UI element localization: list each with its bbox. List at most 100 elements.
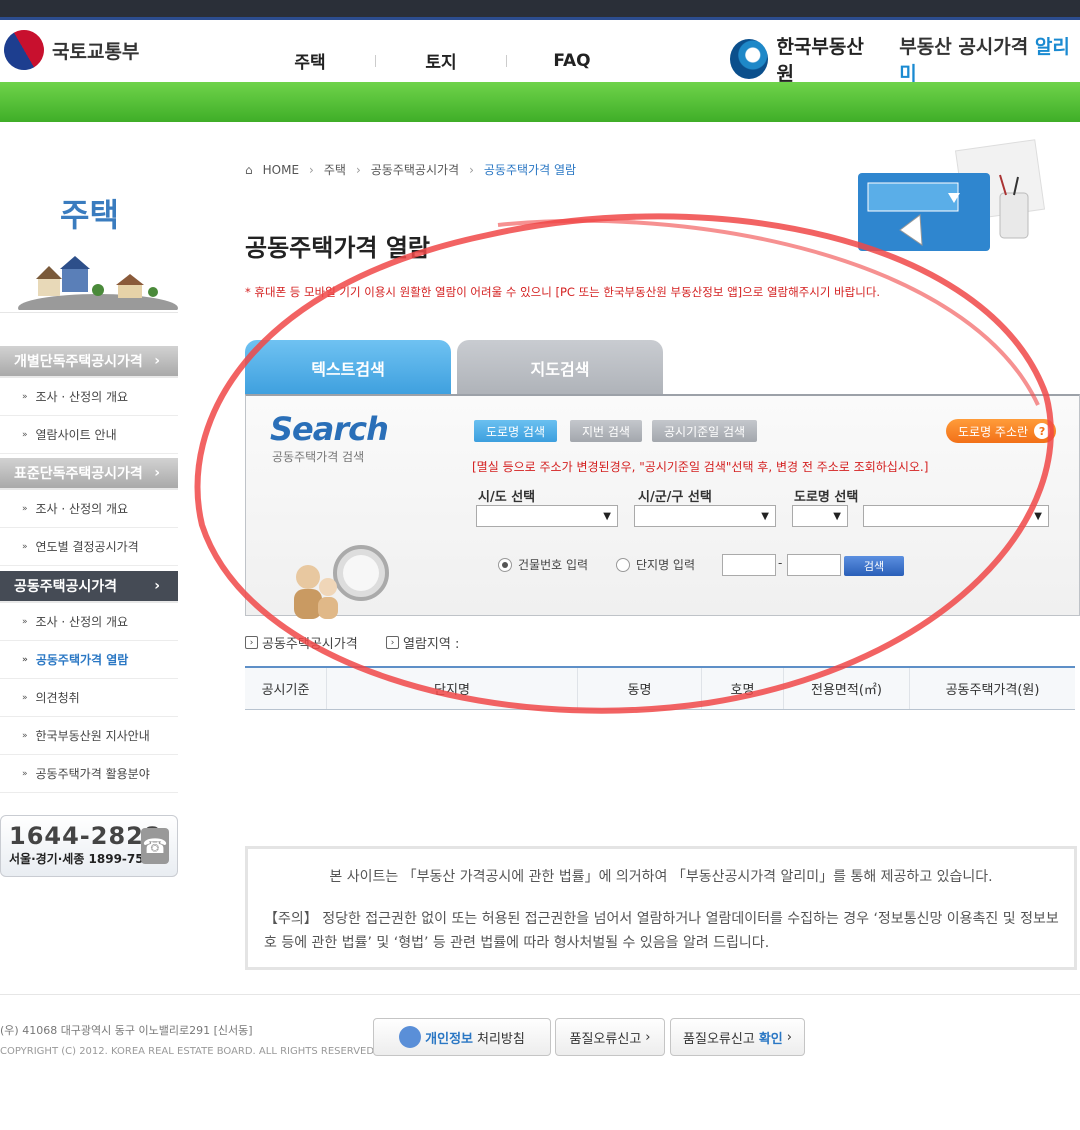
input-dash: - bbox=[778, 556, 783, 570]
sidebar-item-label: 연도별 결정공시가격 bbox=[35, 540, 139, 554]
quality-report-button[interactable]: 품질오류신고 › bbox=[555, 1018, 665, 1056]
col-area: 전용면적(㎡) bbox=[784, 668, 910, 709]
sidebar-head-label: 표준단독주택공시가격 bbox=[14, 466, 143, 482]
arrow-icon: » bbox=[22, 730, 28, 741]
breadcrumb-item[interactable]: 주택 bbox=[324, 161, 346, 178]
dropdown-arrow-icon: ▼ bbox=[603, 510, 611, 522]
sidebar-item-label: 조사 · 산정의 개요 bbox=[35, 615, 129, 629]
info-label: 열람지역 : bbox=[403, 637, 460, 652]
chevron-right-icon: › bbox=[154, 578, 160, 594]
quality-check-hl: 확인 bbox=[758, 1031, 783, 1047]
arrow-icon: » bbox=[22, 616, 28, 627]
header: 국토교통부 주택 토지 FAQ 한국부동산원 부동산 공시가격 알리미 bbox=[0, 20, 1080, 85]
houses-illustration bbox=[18, 256, 178, 310]
sidebar-head-apartment[interactable]: 공동주택공시가격 › bbox=[0, 571, 178, 603]
col-complex-name: 단지명 bbox=[327, 668, 578, 709]
question-icon: ? bbox=[1034, 423, 1051, 439]
main-nav: 주택 토지 FAQ bbox=[245, 48, 637, 74]
building-main-number-input[interactable] bbox=[722, 554, 776, 576]
sidebar-item-label: 열람사이트 안내 bbox=[35, 428, 117, 442]
tab-map-search[interactable]: 지도검색 bbox=[457, 340, 663, 396]
result-table-header: 공시기준 단지명 동명 호명 전용면적(㎡) 공동주택가격(원) bbox=[245, 666, 1075, 710]
footer-copyright: COPYRIGHT (C) 2012. KOREA REAL ESTATE BO… bbox=[0, 1046, 378, 1057]
building-sub-number-input[interactable] bbox=[787, 554, 841, 576]
road-name-select[interactable]: ▼ bbox=[863, 505, 1049, 527]
sidebar-item-label: 공동주택가격 열람 bbox=[35, 653, 129, 667]
lot-number-search-button[interactable]: 지번 검색 bbox=[570, 420, 642, 442]
arrow-box-icon: › bbox=[386, 636, 399, 649]
sidebar-head-standard[interactable]: 표준단독주택공시가격 › bbox=[0, 458, 178, 490]
arrow-icon: » bbox=[22, 541, 28, 552]
arrow-icon: » bbox=[22, 429, 28, 440]
sidebar-item-label: 조사 · 산정의 개요 bbox=[35, 390, 129, 404]
sidebar-item[interactable]: » 조사 · 산정의 개요 bbox=[0, 490, 178, 528]
radio-label: 건물번호 입력 bbox=[518, 558, 589, 572]
sidebar-group-individual: 개별단독주택공시가격 › » 조사 · 산정의 개요 » 열람사이트 안내 bbox=[0, 346, 178, 454]
mobile-notice: * 휴대폰 등 모바일 기기 이용시 원활한 열람이 어려울 수 있으니 [PC… bbox=[245, 285, 881, 299]
kab-logo-icon bbox=[730, 39, 769, 79]
road-name-label: 도로명 선택 bbox=[794, 490, 859, 505]
arrow-icon: » bbox=[22, 503, 28, 514]
sidebar-item[interactable]: » 조사 · 산정의 개요 bbox=[0, 378, 178, 416]
col-base-date: 공시기준 bbox=[245, 668, 327, 709]
sidebar-item[interactable]: » 한국부동산원 지사안내 bbox=[0, 717, 178, 755]
privacy-policy-button[interactable]: 개인정보 처리방침 bbox=[373, 1018, 551, 1056]
footer-divider bbox=[0, 994, 1080, 995]
sidebar-item-label: 의견청취 bbox=[35, 691, 80, 705]
col-unit: 호명 bbox=[702, 668, 784, 709]
nav-housing[interactable]: 주택 bbox=[245, 48, 375, 73]
dropdown-arrow-icon: ▼ bbox=[761, 510, 769, 522]
sidebar-item[interactable]: » 조사 · 산정의 개요 bbox=[0, 603, 178, 641]
sidebar-item-active[interactable]: » 공동주택가격 열람 bbox=[0, 641, 178, 679]
road-address-help-button[interactable]: 도로명 주소란? bbox=[946, 419, 1057, 443]
privacy-rest: 처리방침 bbox=[477, 1031, 525, 1047]
col-price: 공동주택가격(원) bbox=[945, 683, 1040, 698]
sidebar-item[interactable]: » 공동주택가격 활용분야 bbox=[0, 755, 178, 793]
gov-logo[interactable]: 국토교통부 bbox=[0, 22, 139, 78]
green-banner bbox=[0, 82, 1080, 122]
home-icon: ⌂ bbox=[245, 162, 253, 177]
chevron-right-icon: › bbox=[786, 1029, 792, 1045]
quality-report-label: 품질오류신고 bbox=[569, 1031, 642, 1047]
sidebar-divider bbox=[0, 312, 178, 313]
kab-logo-text: 한국부동산원 bbox=[776, 36, 864, 85]
col-building: 동명 bbox=[578, 668, 702, 709]
site-title: 부동산 공시가격 알리미 bbox=[899, 32, 1080, 86]
breadcrumb-sep: › bbox=[309, 162, 314, 177]
sidebar-head-individual[interactable]: 개별단독주택공시가격 › bbox=[0, 346, 178, 378]
kab-logo[interactable]: 한국부동산원 부동산 공시가격 알리미 bbox=[730, 32, 1080, 86]
road-address-search-button[interactable]: 도로명 검색 bbox=[474, 420, 558, 442]
base-date-search-button[interactable]: 공시기준일 검색 bbox=[652, 420, 758, 442]
breadcrumb-item[interactable]: 공동주택공시가격 bbox=[371, 161, 459, 178]
breadcrumb-home[interactable]: HOME bbox=[263, 163, 299, 177]
radio-checked bbox=[498, 557, 512, 572]
sido-select[interactable]: ▼ bbox=[476, 505, 618, 527]
search-warning: [멸실 등으로 주소가 변경된경우, "공시기준일 검색"선택 후, 변경 전 … bbox=[472, 460, 929, 474]
sido-label: 시/도 선택 bbox=[478, 490, 536, 505]
radio-building-number[interactable]: 건물번호 입력 bbox=[498, 556, 588, 573]
radio-complex-name[interactable]: 단지명 입력 bbox=[616, 556, 695, 573]
search-logo: Search bbox=[270, 410, 389, 448]
road-initial-select[interactable]: ▼ bbox=[792, 505, 848, 527]
site-title-prefix: 부동산 공시가격 bbox=[899, 36, 1035, 58]
sidebar-head-label: 공동주택공시가격 bbox=[14, 579, 118, 595]
sidebar-item[interactable]: » 연도별 결정공시가격 bbox=[0, 528, 178, 566]
search-submit-button[interactable]: 검색 bbox=[844, 556, 904, 576]
sidebar-item[interactable]: » 의견청취 bbox=[0, 679, 178, 717]
legal-line-2: 【주의】 정당한 접근권한 없이 또는 허용된 접근권한을 넘어서 열람하거나 … bbox=[264, 911, 1059, 951]
privacy-hl: 개인정보 bbox=[425, 1031, 473, 1047]
chevron-right-icon: › bbox=[154, 353, 160, 369]
nav-land[interactable]: 토지 bbox=[376, 48, 506, 73]
sigungu-select[interactable]: ▼ bbox=[634, 505, 776, 527]
legal-notice: 본 사이트는 「부동산 가격공시에 관한 법률」에 의거하여 「부동산공시가격 … bbox=[245, 846, 1077, 970]
sigungu-label: 시/군/구 선택 bbox=[638, 490, 712, 505]
sidebar-item[interactable]: » 열람사이트 안내 bbox=[0, 416, 178, 454]
info-label: 공동주택공시가격 bbox=[262, 637, 358, 652]
sidebar-item-label: 조사 · 산정의 개요 bbox=[35, 502, 129, 516]
sidebar-item-label: 한국부동산원 지사안내 bbox=[35, 729, 150, 743]
taeguk-icon bbox=[0, 22, 52, 78]
quality-report-check-button[interactable]: 품질오류신고 확인 › bbox=[670, 1018, 805, 1056]
tab-text-search[interactable]: 텍스트검색 bbox=[245, 340, 451, 396]
arrow-icon: » bbox=[22, 692, 28, 703]
nav-faq[interactable]: FAQ bbox=[507, 51, 637, 71]
